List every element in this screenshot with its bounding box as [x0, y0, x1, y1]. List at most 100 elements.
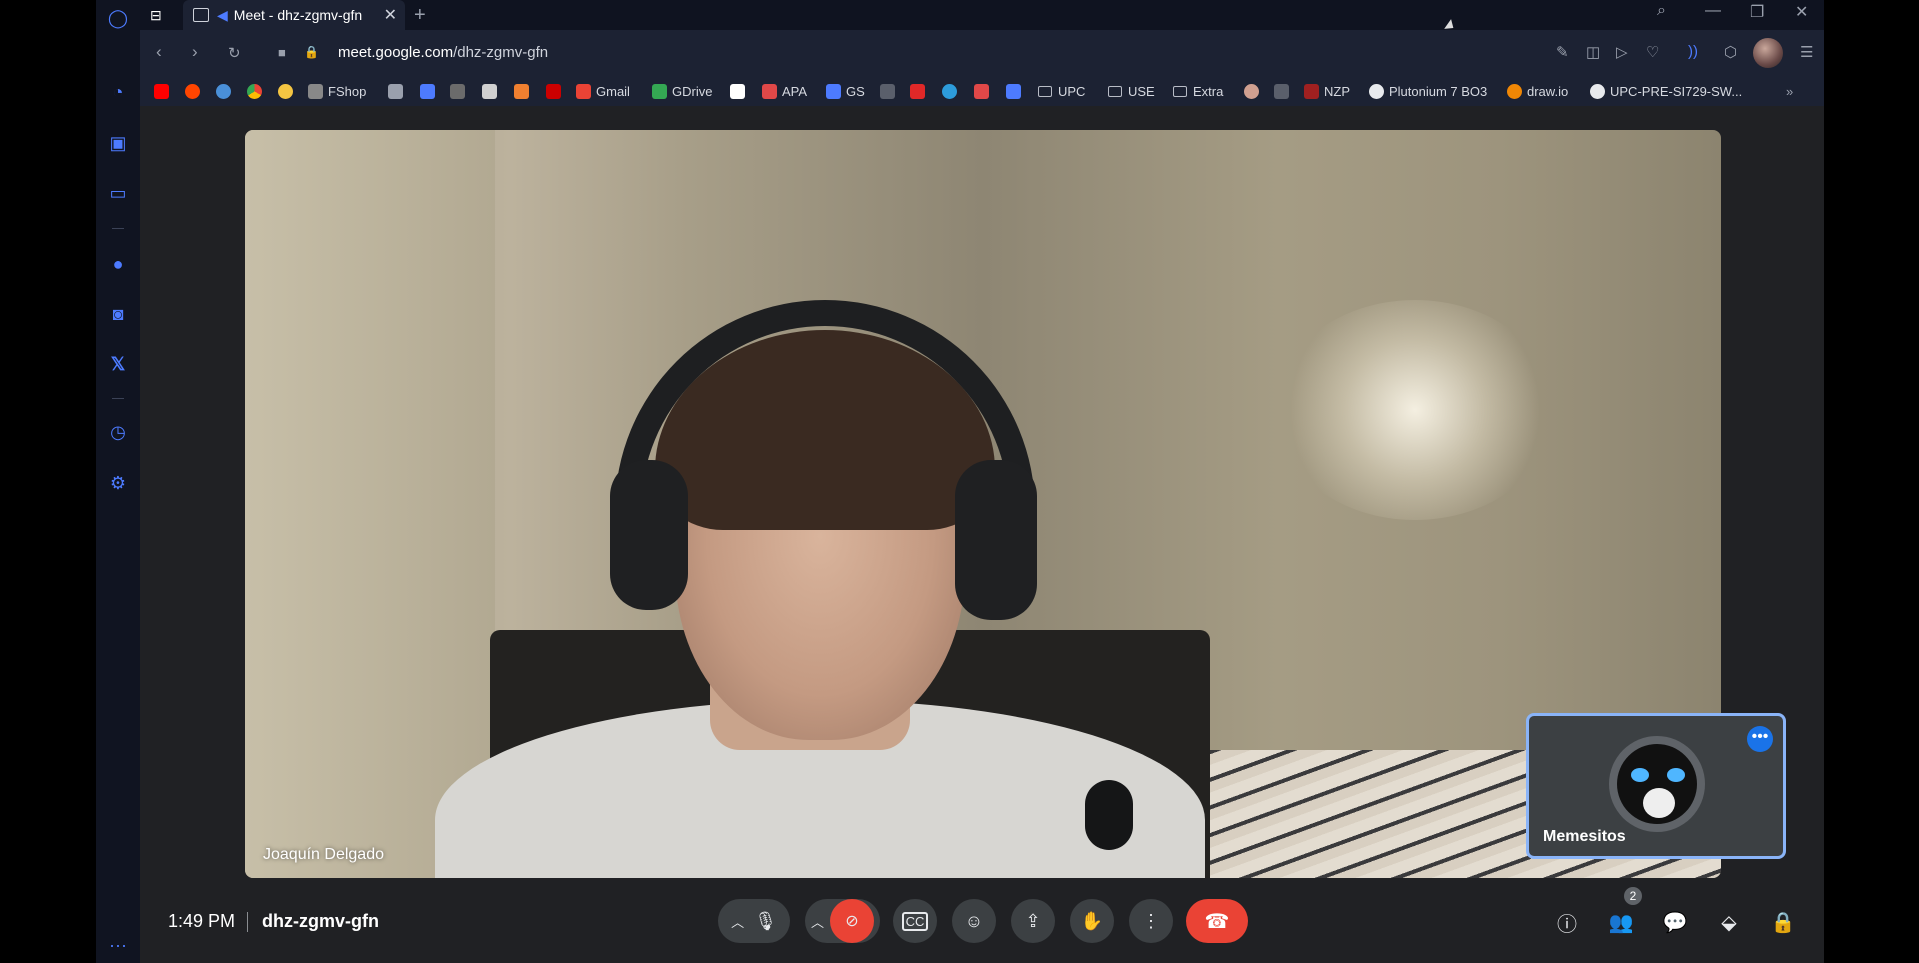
more-vert-icon: ⋮ — [1142, 910, 1160, 931]
bookmark-v[interactable] — [546, 83, 566, 99]
profile-avatar[interactable] — [1753, 38, 1783, 68]
bookmark-upc-pre[interactable]: UPC-PRE-SI729-SW... — [1590, 83, 1742, 99]
present-button[interactable]: ⇪ — [1011, 899, 1055, 943]
bookmark-heart[interactable] — [974, 83, 994, 99]
leave-call-button[interactable]: ☎ — [1186, 899, 1248, 943]
bookmarks-bar: FShop Gmail GDrive APA GS UPC USE Extra … — [140, 76, 1824, 106]
bookmark-item[interactable] — [450, 83, 470, 99]
host-controls-icon[interactable]: 🔒 — [1770, 909, 1796, 935]
chat-icon[interactable]: 💬 — [1662, 909, 1688, 935]
bookmark-folder-use[interactable]: USE — [1108, 83, 1155, 99]
bookmark-steam[interactable] — [216, 83, 236, 99]
messenger-icon[interactable]: ● — [106, 252, 130, 276]
send-icon[interactable]: ▷ — [1616, 43, 1628, 61]
sidebar-more-icon[interactable]: ··· — [106, 933, 130, 957]
bookmark-tf[interactable] — [388, 83, 408, 99]
workspaces-icon[interactable]: ⊟ — [150, 0, 172, 30]
bookmark-roblox[interactable] — [482, 83, 502, 99]
activities-icon[interactable]: ⬙ — [1716, 909, 1742, 935]
twitch-icon[interactable]: ▭ — [106, 181, 130, 205]
participant-video[interactable]: Joaquín Delgado — [245, 130, 1721, 878]
divider — [247, 912, 248, 932]
bookmark-folder-extra[interactable]: Extra — [1173, 83, 1223, 99]
bookmark-plutonium[interactable]: Plutonium 7 BO3 — [1369, 83, 1487, 99]
bookmark-gdrive[interactable]: GDrive — [652, 83, 712, 99]
camera-permission-icon[interactable]: ■ — [278, 45, 286, 60]
close-tab-icon[interactable]: ✕ — [384, 5, 397, 25]
audio-options-chevron-icon[interactable]: ︿ — [731, 912, 744, 931]
bookmark-youtube[interactable] — [154, 83, 174, 99]
bookmark-nzp[interactable]: NZP — [1304, 83, 1350, 99]
bookmark-folder-upc[interactable]: UPC — [1038, 83, 1085, 99]
lock-icon[interactable]: 🔒 — [304, 45, 319, 59]
bookmark-app[interactable] — [420, 83, 440, 99]
share-icon[interactable]: ✎ — [1556, 43, 1569, 61]
bookmark-compass[interactable] — [942, 83, 962, 99]
new-tab-icon[interactable]: + — [414, 0, 426, 30]
folder-icon — [1173, 85, 1187, 97]
bookmark-heart-icon[interactable]: ♡ — [1646, 43, 1659, 61]
bookmark-drawio[interactable]: draw.io — [1507, 83, 1568, 99]
bookmark-fshop[interactable]: FShop — [308, 83, 366, 99]
more-options-icon[interactable]: ••• — [1747, 726, 1773, 752]
workspace-icon[interactable]: ▣ — [106, 131, 130, 155]
speed-dial-icon[interactable]: ◔ — [106, 80, 130, 104]
speaker-icon: ◀ — [217, 6, 228, 23]
search-icon[interactable]: ⌕ — [1657, 2, 1666, 20]
bookmark-label: Extra — [1193, 83, 1224, 99]
self-view-tile[interactable]: ••• Memesitos — [1526, 713, 1786, 859]
settings-icon[interactable]: ⚙ — [106, 471, 130, 495]
address-bar: ‹ › ↻ ■ 🔒 meet.google.com/dhz-zgmv-gfn ✎… — [140, 30, 1824, 76]
github-icon — [1369, 83, 1384, 99]
bookmark-gem[interactable] — [1006, 83, 1026, 99]
meeting-details-icon[interactable]: ⓘ — [1554, 909, 1580, 936]
bookmark-gmail[interactable]: Gmail — [576, 83, 630, 99]
people-icon[interactable]: 👥 — [1608, 909, 1634, 935]
url-field[interactable]: meet.google.com/dhz-zgmv-gfn — [338, 44, 548, 61]
captions-button[interactable]: CC — [893, 899, 937, 943]
reactions-button[interactable]: ☺ — [952, 899, 996, 943]
bookmark-label: Gmail — [596, 83, 630, 99]
bookmark-pencil[interactable] — [514, 83, 534, 99]
bookmark-reddit[interactable] — [185, 83, 205, 99]
video-background — [245, 130, 495, 878]
bookmarks-overflow-icon[interactable]: » — [1786, 83, 1793, 99]
gdrive-icon — [652, 83, 667, 99]
history-icon[interactable]: ◷ — [106, 420, 130, 444]
gs-icon — [826, 83, 841, 99]
easy-setup-icon[interactable]: ☰ — [1800, 43, 1813, 61]
microphone-icon[interactable]: 🎙 — [754, 911, 777, 932]
bookmark-gs[interactable]: GS — [826, 83, 865, 99]
x-twitter-icon[interactable]: 𝕏 — [106, 352, 130, 376]
bookmark-amazon[interactable] — [730, 83, 750, 99]
bookmark-label: GS — [846, 83, 865, 99]
video-options-chevron-icon[interactable]: ︿ — [811, 912, 824, 931]
bookmark-chrome[interactable] — [247, 83, 267, 99]
snapshot-icon[interactable]: ◫ — [1586, 43, 1600, 61]
reload-icon[interactable]: ↻ — [228, 44, 241, 62]
extensions-icon[interactable]: ⬡ — [1724, 43, 1737, 61]
opera-logo-icon[interactable]: ◯ — [106, 6, 130, 30]
forward-icon[interactable]: › — [192, 42, 198, 62]
bookmark-emoji[interactable] — [278, 83, 298, 99]
restore-icon[interactable]: ❐ — [1750, 2, 1764, 22]
raise-hand-button[interactable]: ✋ — [1070, 899, 1114, 943]
audio-controls: ︿ 🎙 — [718, 899, 790, 943]
end-call-icon: ☎ — [1204, 910, 1230, 933]
bookmark-label: USE — [1128, 83, 1155, 99]
instagram-icon[interactable]: ◙ — [106, 302, 130, 326]
tab-meet[interactable]: ◀ Meet - dhz-zgmv-gfn ✕ — [183, 0, 405, 30]
back-icon[interactable]: ‹ — [156, 42, 162, 62]
captions-icon: CC — [901, 911, 929, 931]
minimize-icon[interactable]: — — [1705, 2, 1721, 20]
player-icon[interactable]: )) — [1688, 43, 1698, 60]
more-options-button[interactable]: ⋮ — [1129, 899, 1173, 943]
camera-off-button[interactable]: ⊘ — [830, 899, 874, 943]
bookmark-apa[interactable]: APA — [762, 83, 807, 99]
bookmark-arrow[interactable] — [880, 83, 900, 99]
close-window-icon[interactable]: ✕ — [1795, 2, 1808, 22]
bookmark-cup[interactable] — [1274, 83, 1294, 99]
bookmark-face[interactable] — [1244, 83, 1264, 99]
avatar-eye — [1631, 768, 1649, 782]
bookmark-sy[interactable] — [910, 83, 930, 99]
